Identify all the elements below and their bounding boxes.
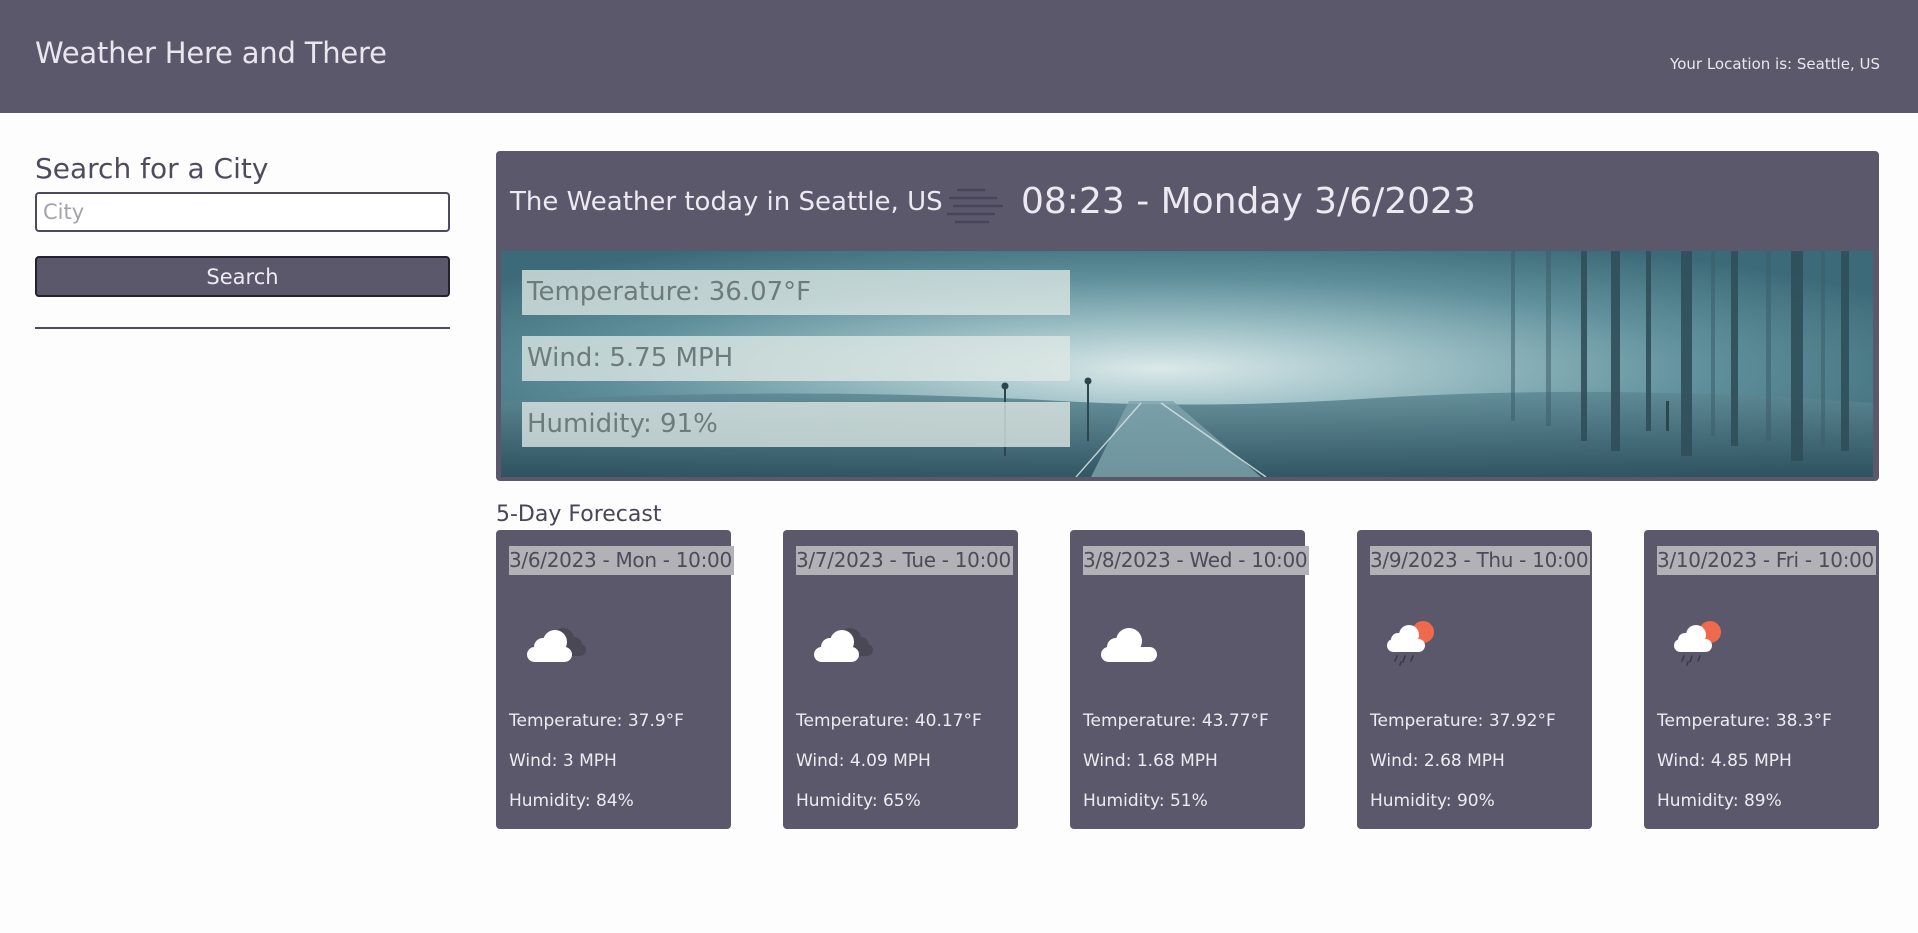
location-text: Your Location is: Seattle, US bbox=[1670, 55, 1880, 73]
forecast-date: 3/8/2023 - Wed - 10:00 bbox=[1083, 546, 1310, 575]
forecast-date: 3/7/2023 - Tue - 10:00 bbox=[796, 546, 1013, 575]
forecast-card: 3/10/2023 - Fri - 10:00 Temperature: 38.… bbox=[1644, 530, 1879, 829]
search-heading: Search for a City bbox=[35, 152, 269, 185]
app-title: Weather Here and There bbox=[35, 36, 387, 70]
forecast-date: 3/9/2023 - Thu - 10:00 bbox=[1370, 546, 1591, 575]
forecast-wind: Wind: 2.68 MPH bbox=[1370, 751, 1505, 771]
cloudy-icon bbox=[814, 628, 873, 662]
forecast-card: 3/7/2023 - Tue - 10:00 Temperature: 40.1… bbox=[783, 530, 1018, 829]
forecast-heading: 5-Day Forecast bbox=[496, 502, 662, 527]
forecast-wind: Wind: 4.85 MPH bbox=[1657, 751, 1792, 771]
cloud-icon bbox=[1101, 628, 1157, 662]
forecast-humidity: Humidity: 84% bbox=[509, 791, 634, 811]
forecast-card: 3/9/2023 - Thu - 10:00 Temperature: 37.9… bbox=[1357, 530, 1592, 829]
forecast-wind: Wind: 1.68 MPH bbox=[1083, 751, 1218, 771]
forecast-humidity: Humidity: 89% bbox=[1657, 791, 1782, 811]
forecast-card: 3/8/2023 - Wed - 10:00 Temperature: 43.7… bbox=[1070, 530, 1310, 829]
current-wind: Wind: 5.75 MPH bbox=[522, 336, 1070, 381]
forecast-temperature: Temperature: 37.9°F bbox=[509, 711, 684, 731]
current-weather-card: The Weather today in Seattle, US 08:23 -… bbox=[496, 151, 1879, 481]
forecast-temperature: Temperature: 37.92°F bbox=[1370, 711, 1556, 731]
forecast-temperature: Temperature: 43.77°F bbox=[1083, 711, 1269, 731]
forecast-card: 3/6/2023 - Mon - 10:00 Temperature: 37.9… bbox=[496, 530, 734, 829]
city-input[interactable] bbox=[35, 192, 450, 232]
forecast-date: 3/6/2023 - Mon - 10:00 bbox=[509, 546, 734, 575]
forecast-humidity: Humidity: 65% bbox=[796, 791, 921, 811]
sun-rain-icon bbox=[1674, 621, 1721, 666]
current-datetime: 08:23 - Monday 3/6/2023 bbox=[1021, 181, 1476, 222]
search-button[interactable]: Search bbox=[35, 256, 450, 297]
search-history-divider bbox=[35, 327, 450, 329]
forecast-humidity: Humidity: 51% bbox=[1083, 791, 1208, 811]
forecast-wind: Wind: 3 MPH bbox=[509, 751, 617, 771]
forecast-temperature: Temperature: 40.17°F bbox=[796, 711, 982, 731]
fog-icon bbox=[946, 188, 1004, 224]
forecast-wind: Wind: 4.09 MPH bbox=[796, 751, 931, 771]
forecast-humidity: Humidity: 90% bbox=[1370, 791, 1495, 811]
cloudy-icon bbox=[527, 628, 586, 662]
current-humidity: Humidity: 91% bbox=[522, 402, 1070, 447]
current-weather-title: The Weather today in Seattle, US bbox=[510, 187, 943, 217]
current-temperature: Temperature: 36.07°F bbox=[522, 270, 1070, 315]
forecast-date: 3/10/2023 - Fri - 10:00 bbox=[1657, 546, 1876, 575]
app-header: Weather Here and There Your Location is:… bbox=[0, 0, 1918, 113]
sun-rain-icon bbox=[1387, 621, 1434, 666]
forecast-temperature: Temperature: 38.3°F bbox=[1657, 711, 1832, 731]
